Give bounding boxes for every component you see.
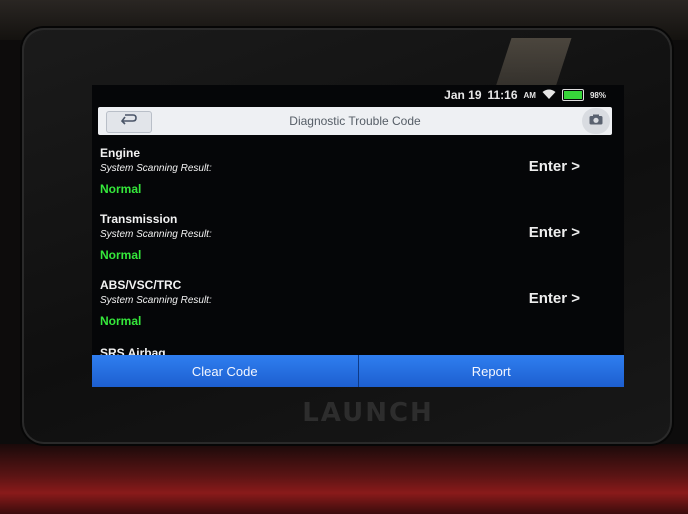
system-list: Engine System Scanning Result: Normal En…	[92, 140, 624, 387]
enter-button-transmission[interactable]: Enter >	[529, 224, 580, 241]
scan-result-status: Normal	[100, 182, 142, 196]
system-row-engine: Engine System Scanning Result: Normal En…	[92, 140, 624, 206]
camera-icon	[589, 112, 603, 130]
system-name: Transmission	[100, 212, 178, 226]
status-right: Jan 19 11:16 AM 98%	[444, 88, 606, 102]
page-title: Diagnostic Trouble Code	[289, 114, 421, 128]
status-time: 11:16	[487, 88, 518, 102]
title-bar: Diagnostic Trouble Code	[98, 107, 612, 135]
device-brand-logo: LAUNCH	[302, 398, 434, 428]
scan-result-label: System Scanning Result:	[100, 163, 212, 174]
battery-level: 98%	[589, 90, 606, 100]
system-name: Engine	[100, 146, 141, 160]
status-ampm: AM	[523, 90, 536, 100]
screenshot-button[interactable]	[582, 108, 610, 134]
enter-button-engine[interactable]: Enter >	[529, 158, 580, 175]
report-button[interactable]: Report	[358, 355, 624, 387]
status-bar: Jan 19 11:16 AM 98%	[92, 85, 624, 105]
clear-code-button[interactable]: Clear Code	[92, 355, 359, 387]
scan-result-status: Normal	[100, 248, 142, 262]
app-screen: Jan 19 11:16 AM 98% Diagnostic Trouble C…	[92, 85, 624, 387]
enter-button-abs[interactable]: Enter >	[529, 290, 580, 307]
system-row-abs: ABS/VSC/TRC System Scanning Result: Norm…	[92, 272, 624, 338]
scan-result-status: Normal	[100, 314, 142, 328]
system-row-transmission: Transmission System Scanning Result: Nor…	[92, 206, 624, 272]
wifi-icon	[542, 88, 556, 102]
action-bar: Clear Code Report	[92, 355, 624, 387]
battery-icon	[561, 89, 584, 101]
system-name: ABS/VSC/TRC	[100, 278, 182, 292]
scan-result-label: System Scanning Result:	[100, 229, 212, 240]
background-red-surface	[0, 444, 688, 514]
status-date: Jan 19	[444, 88, 482, 102]
scan-result-label: System Scanning Result:	[100, 295, 212, 306]
